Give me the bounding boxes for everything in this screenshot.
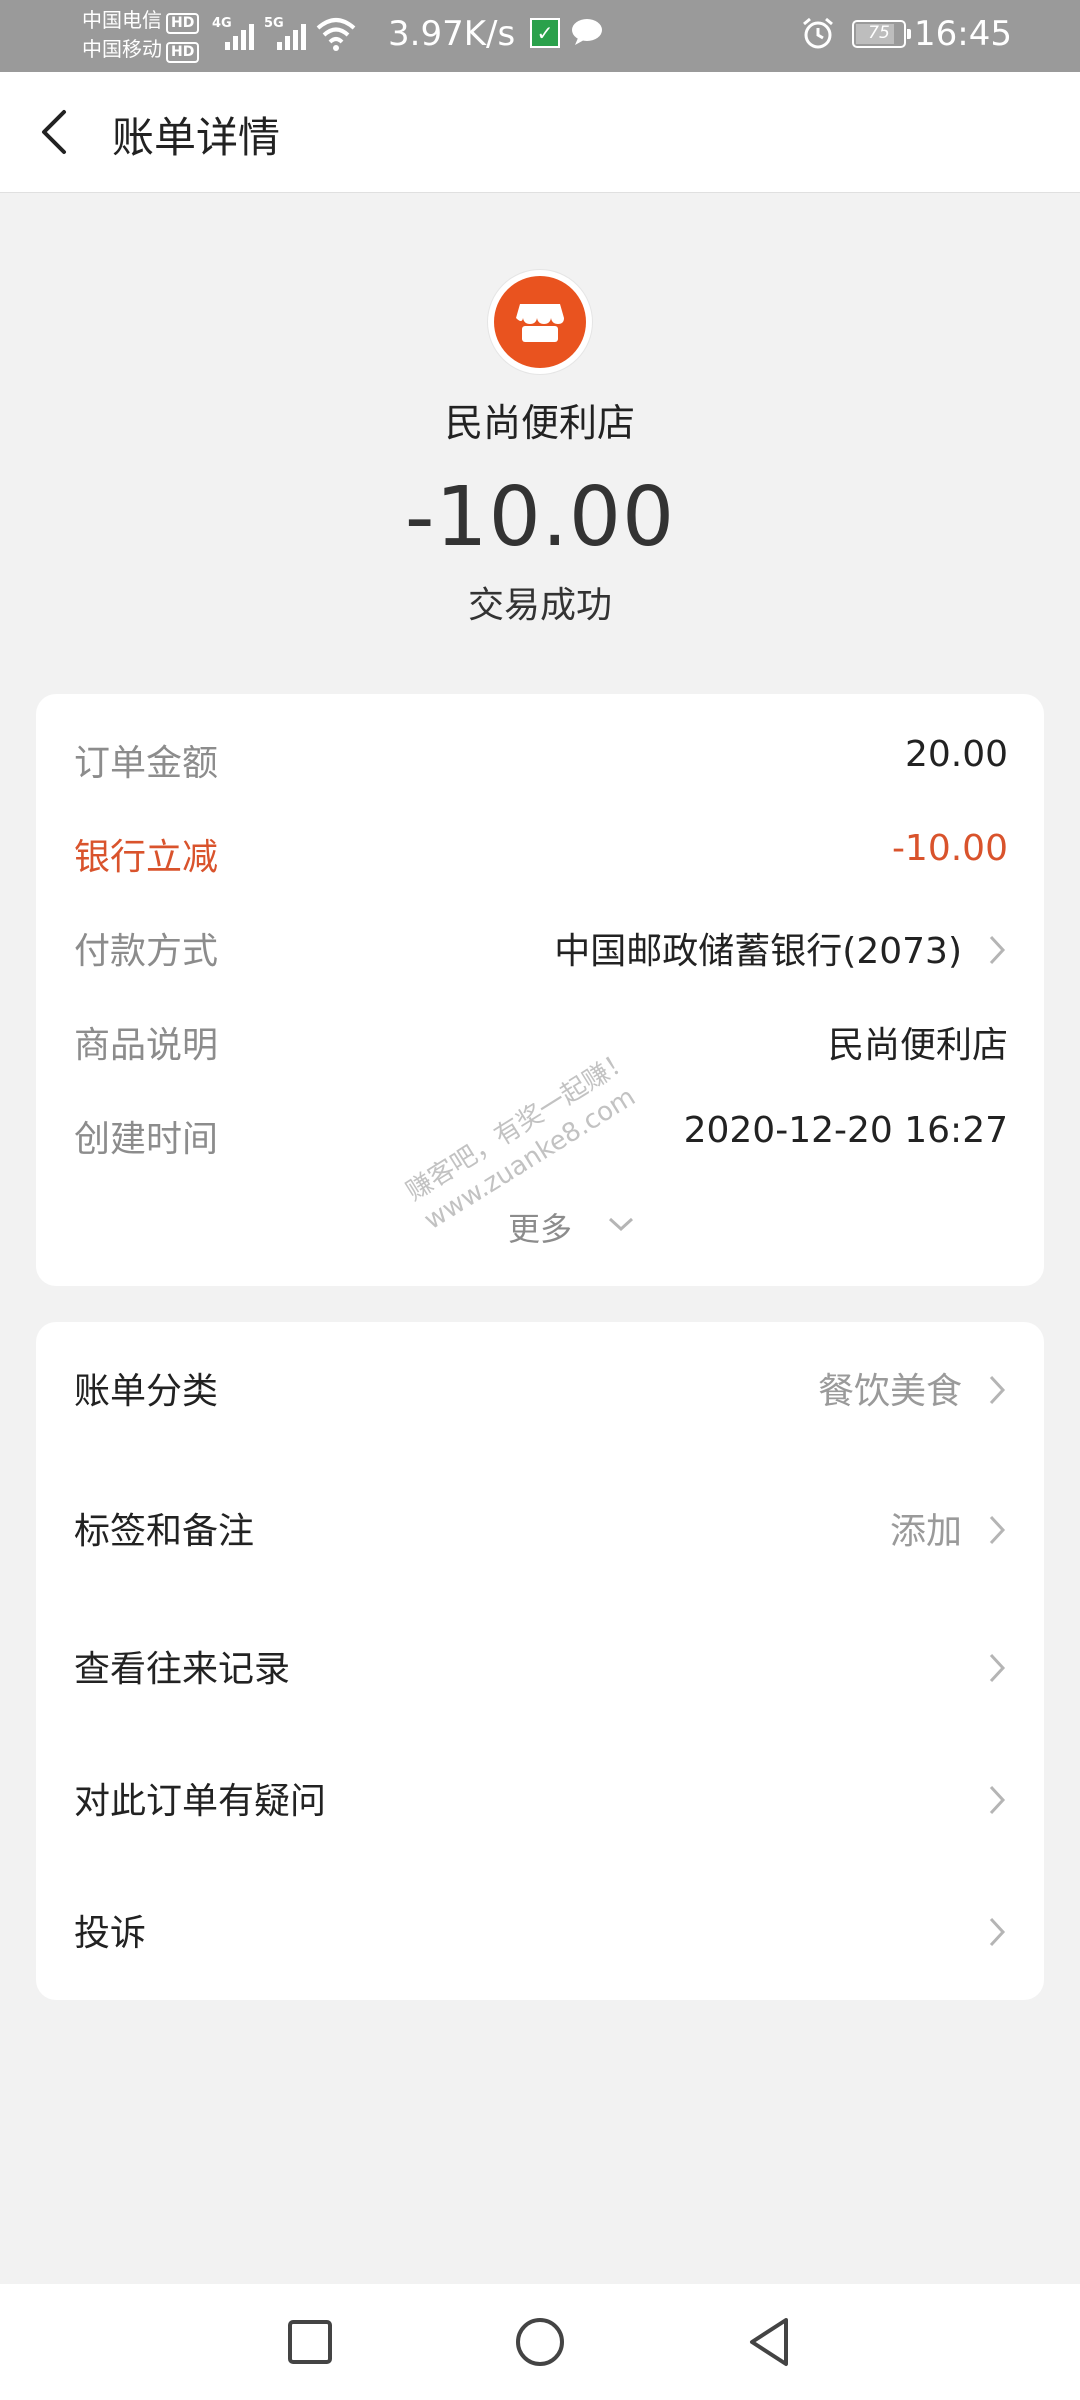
- battery-level: 75: [868, 23, 890, 43]
- hd-badge: HD: [166, 42, 200, 63]
- battery-icon: 75: [852, 20, 911, 48]
- transaction-status: 交易成功: [467, 585, 612, 626]
- menu-item-value: 添加: [889, 1511, 962, 1552]
- page-title: 账单详情: [112, 113, 281, 162]
- transaction-amount: -10.00: [404, 470, 676, 565]
- menu-item-order-question[interactable]: 对此订单有疑问: [74, 1772, 1008, 1832]
- chevron-right-icon: [989, 1917, 1006, 1947]
- back-arrow-icon[interactable]: [36, 106, 72, 158]
- recent-apps-button[interactable]: [282, 2314, 338, 2370]
- detail-label: 创建时间: [74, 1119, 219, 1160]
- menu-item-label: 投诉: [74, 1913, 147, 1954]
- menu-item-bill-category[interactable]: 账单分类 餐饮美食: [74, 1362, 1008, 1422]
- hd-badge: HD: [166, 13, 200, 34]
- signal-icon: 4G: [212, 16, 254, 52]
- detail-value: 2020-12-20 16:27: [683, 1110, 1008, 1151]
- home-button[interactable]: [512, 2314, 568, 2370]
- detail-value: -10.00: [891, 828, 1008, 869]
- nav-bar: 账单详情: [0, 72, 1080, 193]
- menu-item-label: 账单分类: [74, 1371, 219, 1412]
- network-speed: 3.97K/s: [388, 14, 516, 54]
- detail-label: 付款方式: [74, 931, 219, 972]
- detail-row-payment-method[interactable]: 付款方式 中国邮政储蓄银行(2073): [74, 922, 1008, 982]
- carrier-1: 中国电信: [82, 8, 162, 32]
- menu-item-complaint[interactable]: 投诉: [74, 1904, 1008, 1964]
- detail-card: 订单金额 20.00 银行立减 -10.00 付款方式 中国邮政储蓄银行(207…: [36, 694, 1044, 1286]
- alarm-icon: [803, 17, 833, 49]
- detail-value: 20.00: [904, 734, 1008, 775]
- system-nav-bar: [0, 2284, 1080, 2400]
- detail-value: 中国邮政储蓄银行(2073): [554, 931, 962, 972]
- chat-bubble-icon: [572, 19, 602, 45]
- more-button[interactable]: 更多: [36, 1204, 1044, 1250]
- back-button[interactable]: [742, 2314, 798, 2370]
- chevron-right-icon: [989, 1375, 1006, 1405]
- merchant-name: 民尚便利店: [444, 401, 635, 445]
- detail-row-bank-discount: 银行立减 -10.00: [74, 828, 1008, 888]
- detail-label: 订单金额: [74, 743, 219, 784]
- detail-value: 民尚便利店: [827, 1025, 1008, 1066]
- action-card: 账单分类 餐饮美食 标签和备注 添加 查看往来记录 对此订单有疑问 投诉: [36, 1322, 1044, 2000]
- menu-item-label: 查看往来记录: [74, 1649, 291, 1690]
- merchant-avatar: [488, 270, 592, 374]
- menu-item-label: 标签和备注: [74, 1511, 255, 1552]
- menu-item-tags-notes[interactable]: 标签和备注 添加: [74, 1502, 1008, 1562]
- wifi-icon: [316, 18, 356, 51]
- detail-row-order-amount: 订单金额 20.00: [74, 734, 1008, 794]
- chevron-right-icon: [989, 1515, 1006, 1545]
- menu-item-transaction-history[interactable]: 查看往来记录: [74, 1640, 1008, 1700]
- store-icon: [516, 304, 564, 342]
- detail-row-product-description: 商品说明 民尚便利店: [74, 1016, 1008, 1076]
- carrier-2: 中国移动: [82, 37, 162, 61]
- checklist-app-icon: ✓: [530, 18, 560, 48]
- detail-row-created-time: 创建时间 2020-12-20 16:27: [74, 1110, 1008, 1170]
- menu-item-label: 对此订单有疑问: [74, 1781, 327, 1822]
- detail-label: 银行立减: [74, 837, 219, 878]
- chevron-right-icon: [989, 935, 1006, 965]
- carrier-info: 中国电信 HD 中国移动 HD: [82, 6, 200, 64]
- chevron-down-icon: [608, 1217, 634, 1232]
- clock: 16:45: [914, 14, 1012, 54]
- status-bar: 中国电信 HD 中国移动 HD 4G 5G 3.97K/s ✓ 75 16:45: [0, 0, 1080, 72]
- chevron-right-icon: [989, 1785, 1006, 1815]
- detail-label: 商品说明: [74, 1025, 219, 1066]
- signal-icon: 5G: [264, 16, 306, 52]
- chevron-right-icon: [989, 1653, 1006, 1683]
- menu-item-value: 餐饮美食: [817, 1371, 962, 1412]
